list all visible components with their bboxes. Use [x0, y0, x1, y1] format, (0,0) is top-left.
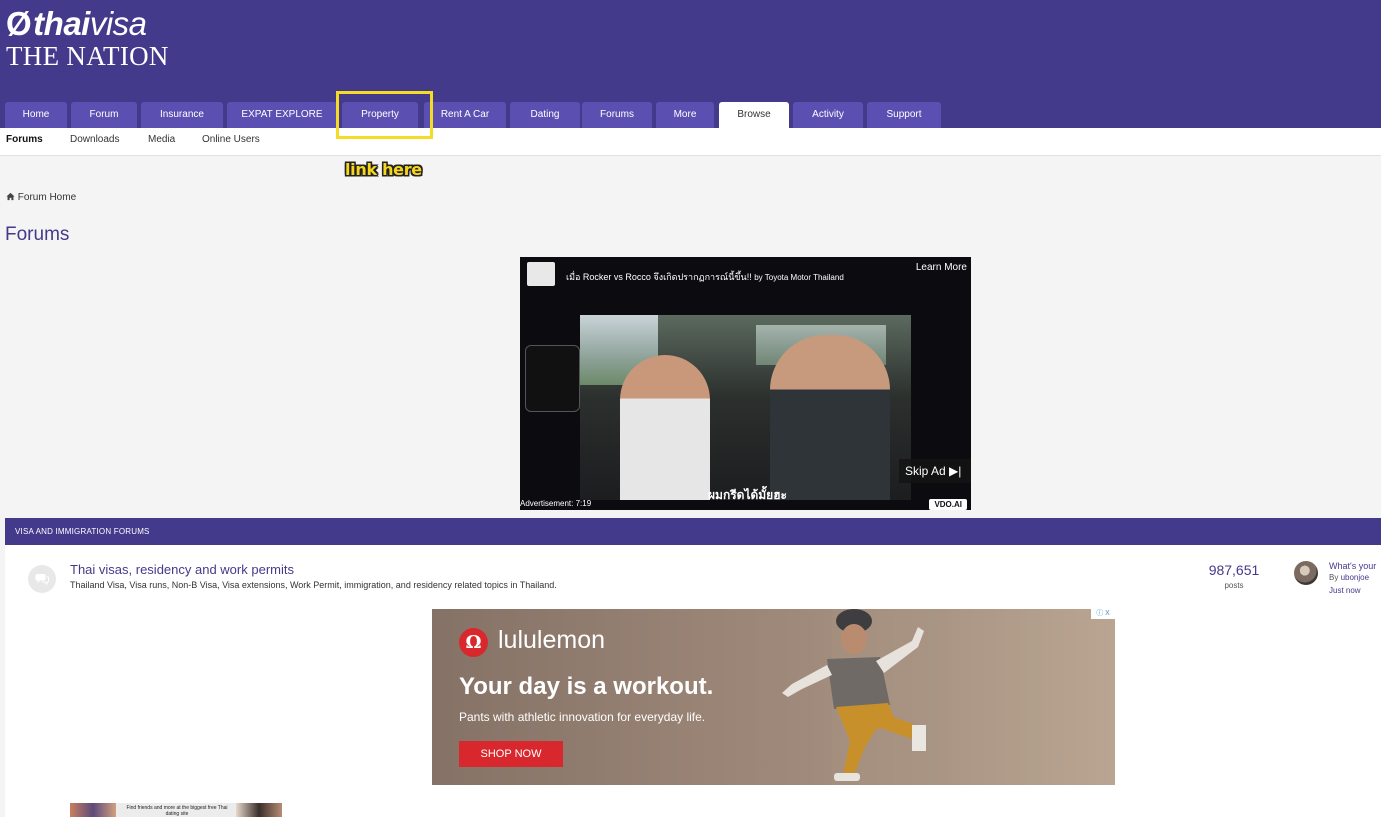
- video-frame: [580, 315, 911, 500]
- site-header: Øthaivisa THE NATION Home Forum Insuranc…: [0, 0, 1381, 128]
- nav-tab-activity[interactable]: Activity: [793, 102, 863, 128]
- logo-thai: thai: [33, 5, 90, 42]
- shop-now-button[interactable]: SHOP NOW: [459, 741, 563, 767]
- lululemon-logo-icon: Ω: [459, 628, 488, 657]
- annotation-label: link here: [345, 160, 422, 179]
- nav-tab-home[interactable]: Home: [5, 102, 67, 128]
- forum-title-link[interactable]: Thai visas, residency and work permits: [70, 562, 294, 577]
- video-side-panel: [525, 345, 580, 412]
- dating-ad-text: Find friends and more at the biggest fre…: [126, 805, 228, 817]
- dating-ad[interactable]: Find friends and more at the biggest fre…: [70, 803, 282, 817]
- logo-subtitle: THE NATION: [6, 41, 169, 71]
- forum-description: Thailand Visa, Visa runs, Non-B Visa, Vi…: [70, 580, 557, 590]
- home-icon: [6, 192, 15, 201]
- banner-ad[interactable]: ⓘ X Ω lululemon Your day is a workout. P…: [432, 609, 1115, 785]
- toyota-logo-icon: [527, 262, 555, 286]
- nav-tab-dating[interactable]: Dating: [510, 102, 580, 128]
- athlete-image: [782, 609, 952, 785]
- last-post-time[interactable]: Just now: [1329, 586, 1361, 595]
- nav-tab-forum[interactable]: Forum: [71, 102, 137, 128]
- breadcrumb[interactable]: Forum Home: [6, 192, 76, 203]
- passenger-image: [620, 355, 710, 500]
- annotation-highlight-box: [336, 91, 433, 139]
- last-post-author: By ubonjoe: [1329, 573, 1369, 582]
- logo-wordmark: Øthaivisa: [6, 6, 169, 42]
- subnav-forums[interactable]: Forums: [6, 134, 43, 145]
- nav-tab-rent-a-car[interactable]: Rent A Car: [424, 102, 506, 128]
- subnav-downloads[interactable]: Downloads: [70, 134, 119, 145]
- video-title: เมื่อ Rocker vs Rocco จึงเกิดปรากฏการณ์น…: [566, 270, 844, 284]
- breadcrumb-home-label: Forum Home: [17, 192, 77, 203]
- dating-ad-photo-left: [70, 803, 116, 817]
- video-title-text: เมื่อ Rocker vs Rocco จึงเกิดปรากฏการณ์น…: [566, 272, 752, 282]
- site-logo[interactable]: Øthaivisa THE NATION: [6, 6, 169, 71]
- nav-tab-expat-explore[interactable]: EXPAT EXPLORE: [227, 102, 337, 128]
- subnav-online-users[interactable]: Online Users: [202, 134, 260, 145]
- banner-brand: lululemon: [498, 626, 606, 654]
- last-post-title[interactable]: What's your: [1329, 561, 1376, 571]
- section-header: VISA AND IMMIGRATION FORUMS: [5, 518, 1381, 545]
- dating-ad-photo-right: [236, 803, 282, 817]
- driver-image: [770, 335, 890, 500]
- banner-headline: Your day is a workout.: [459, 673, 714, 700]
- logo-visa: visa: [89, 5, 147, 42]
- subnav-media[interactable]: Media: [148, 134, 175, 145]
- vdo-badge[interactable]: VDO.AI: [929, 499, 967, 510]
- learn-more-link[interactable]: Learn More: [916, 262, 967, 273]
- sub-nav: Forums Downloads Media Online Users: [0, 128, 1381, 156]
- video-ad[interactable]: เมื่อ Rocker vs Rocco จึงเกิดปรากฏการณ์น…: [520, 257, 971, 510]
- skip-ad-button[interactable]: Skip Ad ▶|: [899, 459, 971, 483]
- nav-tab-browse[interactable]: Browse: [719, 102, 789, 128]
- page-title: Forums: [5, 224, 70, 245]
- forum-post-count: 987,651: [1208, 562, 1260, 578]
- video-by: by Toyota Motor Thailand: [754, 273, 844, 282]
- chat-bubble-icon: [35, 574, 49, 585]
- banner-subline: Pants with athletic innovation for every…: [459, 710, 706, 724]
- forum-post-label: posts: [1224, 581, 1244, 590]
- avatar[interactable]: [1294, 561, 1318, 585]
- video-subtitle: ผมกรีดได้มั้ยฮะ: [708, 488, 787, 502]
- last-post-by-prefix: By: [1329, 573, 1341, 582]
- nav-tab-insurance[interactable]: Insurance: [141, 102, 223, 128]
- forum-status-icon: [28, 565, 56, 593]
- nav-tab-support[interactable]: Support: [867, 102, 941, 128]
- last-post-user-link[interactable]: ubonjoe: [1341, 573, 1369, 582]
- nav-tab-forums[interactable]: Forums: [582, 102, 652, 128]
- adchoices-icon[interactable]: ⓘ X: [1091, 609, 1115, 619]
- nav-tab-more[interactable]: More: [656, 102, 714, 128]
- video-ad-label: Advertisement: 7:19: [520, 499, 592, 508]
- logo-slash-icon: Ø: [6, 5, 32, 42]
